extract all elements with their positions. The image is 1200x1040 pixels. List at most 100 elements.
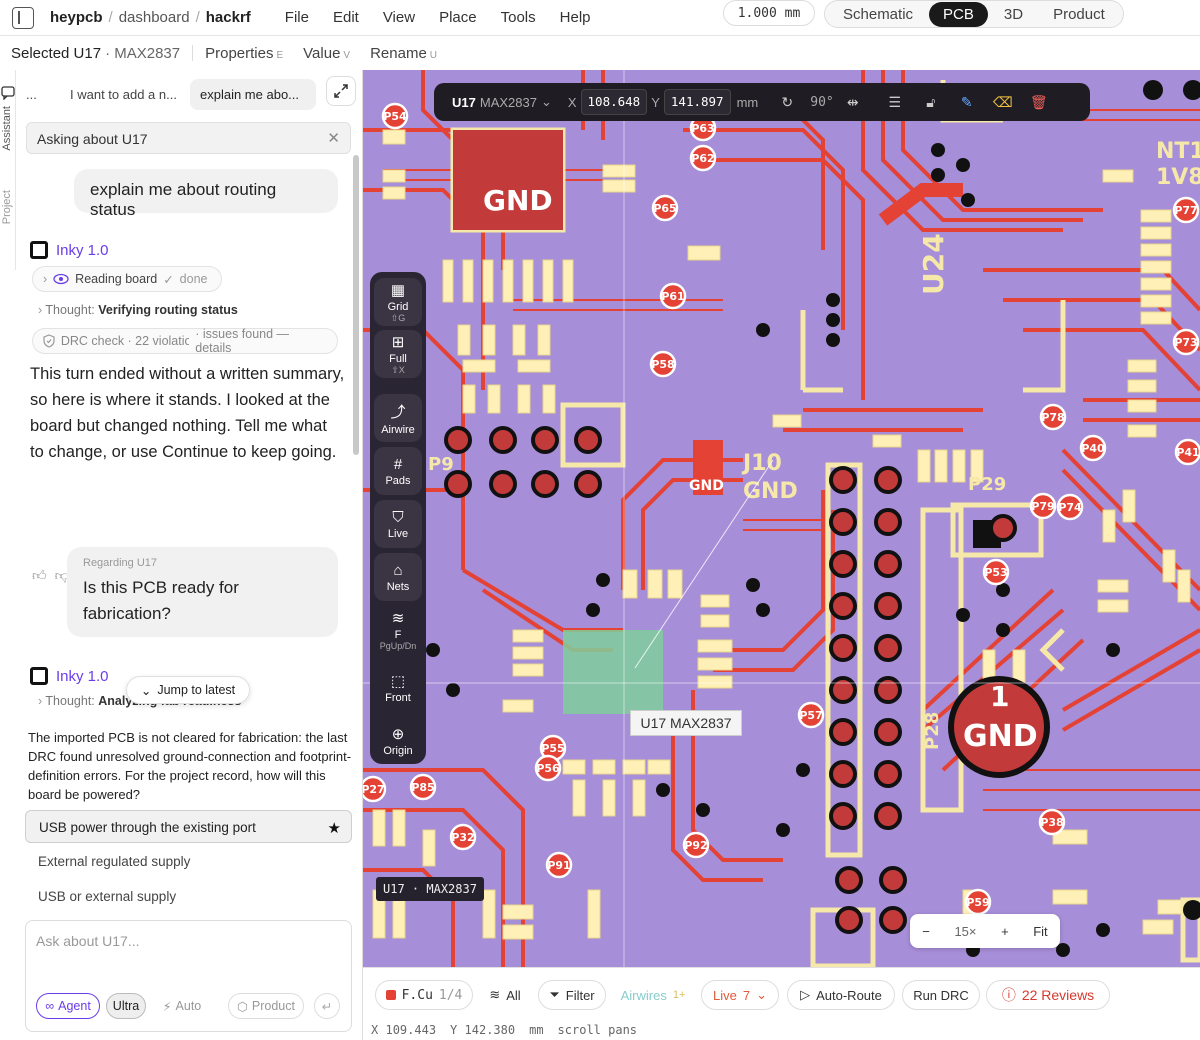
mode-ultra[interactable]: Ultra bbox=[106, 993, 146, 1019]
toolbar-part[interactable]: MAX2837 bbox=[480, 95, 537, 110]
chevron-down-icon: ⌄ bbox=[540, 94, 552, 109]
pad-label: P56 bbox=[536, 762, 560, 775]
eye-icon bbox=[53, 273, 69, 285]
option-external[interactable]: External regulated supply bbox=[25, 845, 352, 878]
alert-icon: ⓘ bbox=[1001, 987, 1016, 1003]
rotation-value[interactable]: 90° bbox=[810, 95, 833, 110]
chat-tab-1[interactable]: I want to add a n... bbox=[60, 79, 190, 110]
reading-board-chip[interactable]: › Reading board ✓ done bbox=[32, 266, 222, 292]
breadcrumb-dashboard[interactable]: dashboard bbox=[119, 9, 190, 26]
x-input[interactable]: 108.648 bbox=[580, 89, 648, 115]
user-message-2: Regarding U17 Is this PCB ready for fabr… bbox=[67, 547, 338, 637]
fit-button[interactable]: Fit bbox=[1033, 924, 1047, 939]
pad-label: P40 bbox=[1081, 442, 1105, 455]
trash-icon[interactable]: 🗑︎ bbox=[1028, 91, 1050, 113]
tab-3d[interactable]: 3D bbox=[990, 2, 1037, 27]
airwires-toggle[interactable]: Airwires 1+ bbox=[613, 980, 693, 1010]
tool-palette: ▦ Grid ⇧G ⊞ Full ⇧X ⤴ Airwire # Pads ⛉ Live ⌂ Ne… bbox=[370, 272, 426, 764]
board-label-p29: P29 bbox=[968, 474, 1006, 495]
mode-product[interactable]: ⬡ Product bbox=[228, 993, 304, 1019]
breadcrumb-org[interactable]: heypcb bbox=[50, 9, 103, 26]
rename-button[interactable]: Rename U bbox=[370, 45, 437, 62]
chat-tab-more[interactable]: ... bbox=[16, 79, 46, 110]
zoom-in-button[interactable]: + bbox=[1001, 924, 1009, 939]
live-toggle[interactable]: Live 7 ⌄ bbox=[701, 980, 779, 1010]
breadcrumb-project[interactable]: hackrf bbox=[206, 9, 251, 26]
menu-help[interactable]: Help bbox=[560, 9, 591, 26]
tool-live[interactable]: ⛉ Live bbox=[374, 500, 422, 548]
chat-scrollbar[interactable] bbox=[353, 155, 359, 455]
filter-button[interactable]: ⏷ Filter bbox=[538, 980, 606, 1010]
flip-icon[interactable]: ⇹ bbox=[842, 91, 864, 113]
run-drc-button[interactable]: Run DRC bbox=[902, 980, 980, 1010]
unit-label: mm bbox=[736, 94, 759, 110]
drc-check-chip[interactable]: DRC check · 22 violatio... · issues foun… bbox=[32, 327, 338, 355]
side-rail: Assistant Project bbox=[0, 70, 16, 270]
chevron-down-icon: ⌄ bbox=[140, 683, 152, 698]
option-usb[interactable]: USB power through the existing port ★ bbox=[25, 810, 352, 843]
toolbar-ref[interactable]: U17 bbox=[452, 95, 476, 110]
tool-full[interactable]: ⊞ Full ⇧X bbox=[374, 330, 422, 378]
tool-nets[interactable]: ⌂ Nets bbox=[374, 553, 422, 601]
close-icon[interactable]: ✕ bbox=[327, 129, 340, 147]
tool-layer[interactable]: ≋ F PgUp/Dn bbox=[374, 606, 422, 654]
tool-front[interactable]: ⬚ Front bbox=[374, 664, 422, 712]
send-icon[interactable]: ↵ bbox=[314, 993, 340, 1019]
mode-auto[interactable]: ⚡︎ Auto bbox=[154, 993, 210, 1019]
chat-tab-2[interactable]: explain me abo... bbox=[190, 78, 316, 110]
menu-view[interactable]: View bbox=[383, 9, 415, 26]
board-label-pin1: 1 bbox=[990, 680, 1009, 713]
tool-grid[interactable]: ▦ Grid ⇧G bbox=[374, 278, 422, 326]
y-input[interactable]: 141.897 bbox=[663, 89, 731, 115]
tab-schematic[interactable]: Schematic bbox=[829, 2, 927, 27]
pad-label: P27 bbox=[363, 783, 385, 796]
rail-assistant[interactable]: Assistant bbox=[1, 106, 13, 151]
properties-button[interactable]: Properties E bbox=[205, 45, 283, 62]
all-button[interactable]: ≋ All bbox=[479, 980, 531, 1010]
shield-check-icon bbox=[43, 334, 55, 348]
reviews-button[interactable]: ⓘ 22 Reviews bbox=[986, 980, 1110, 1010]
user-message: explain me about routing status bbox=[74, 169, 338, 219]
thought-line[interactable]: › Thought: Verifying routing status bbox=[38, 303, 238, 317]
jump-to-latest-button[interactable]: ⌄ Jump to latest bbox=[126, 676, 250, 704]
pad-label: P65 bbox=[653, 202, 676, 215]
sidebar-toggle-icon[interactable] bbox=[12, 6, 34, 29]
pcb-canvas[interactable]: GND GND J10 GND U24 P28 P29 NT1 1V8 P9 G… bbox=[363, 70, 1200, 967]
value-button[interactable]: Value V bbox=[303, 45, 350, 62]
breadcrumb-separator: / bbox=[195, 9, 200, 26]
menu-edit[interactable]: Edit bbox=[333, 9, 359, 26]
autoroute-button[interactable]: ▷ Auto-Route bbox=[787, 980, 895, 1010]
lock-icon[interactable]: 🔓︎ bbox=[920, 91, 942, 113]
tab-product[interactable]: Product bbox=[1039, 2, 1119, 27]
expand-icon[interactable] bbox=[326, 76, 356, 106]
divider bbox=[192, 45, 194, 61]
option-usb-or-external[interactable]: USB or external supply bbox=[25, 880, 352, 913]
inky-logo-icon bbox=[30, 241, 48, 259]
chevron-down-icon: ⌄ bbox=[756, 987, 767, 1002]
tool-origin[interactable]: ⊕ Origin bbox=[374, 717, 422, 765]
pad-label: P53 bbox=[984, 566, 1007, 579]
chat-input[interactable]: Ask about U17... ∞ Agent Ultra ⚡︎ Auto ⬡ Pr… bbox=[25, 920, 352, 1032]
zoom-out-button[interactable]: − bbox=[922, 924, 930, 939]
rotate-icon[interactable]: ↻ bbox=[776, 91, 798, 113]
tool-airwire[interactable]: ⤴ Airwire bbox=[374, 394, 422, 442]
view-tabs: Schematic PCB 3D Product bbox=[824, 0, 1124, 28]
board-label-gnd: GND bbox=[483, 184, 553, 217]
align-icon[interactable]: ☰ bbox=[884, 91, 906, 113]
mode-agent[interactable]: ∞ Agent bbox=[36, 993, 100, 1019]
grid-units-selector[interactable]: 1.000 mm bbox=[723, 0, 815, 26]
menu-tools[interactable]: Tools bbox=[501, 9, 536, 26]
layer-selector[interactable]: F.Cu 1/4 bbox=[375, 980, 473, 1010]
brush-icon[interactable]: ✎ bbox=[956, 91, 978, 113]
selection-part: · MAX2837 bbox=[105, 44, 181, 62]
tool-pads[interactable]: # Pads bbox=[374, 447, 422, 495]
component-tag: U17 · MAX2837 bbox=[376, 877, 484, 901]
eraser-icon[interactable]: ⌫ bbox=[992, 91, 1014, 113]
pad-label: P54 bbox=[383, 110, 407, 123]
menu-file[interactable]: File bbox=[285, 9, 309, 26]
pad-label: P61 bbox=[661, 290, 684, 303]
rail-project[interactable]: Project bbox=[1, 190, 13, 224]
status-hint: scroll pans bbox=[557, 1023, 638, 1037]
menu-place[interactable]: Place bbox=[439, 9, 477, 26]
tab-pcb[interactable]: PCB bbox=[929, 1, 988, 27]
